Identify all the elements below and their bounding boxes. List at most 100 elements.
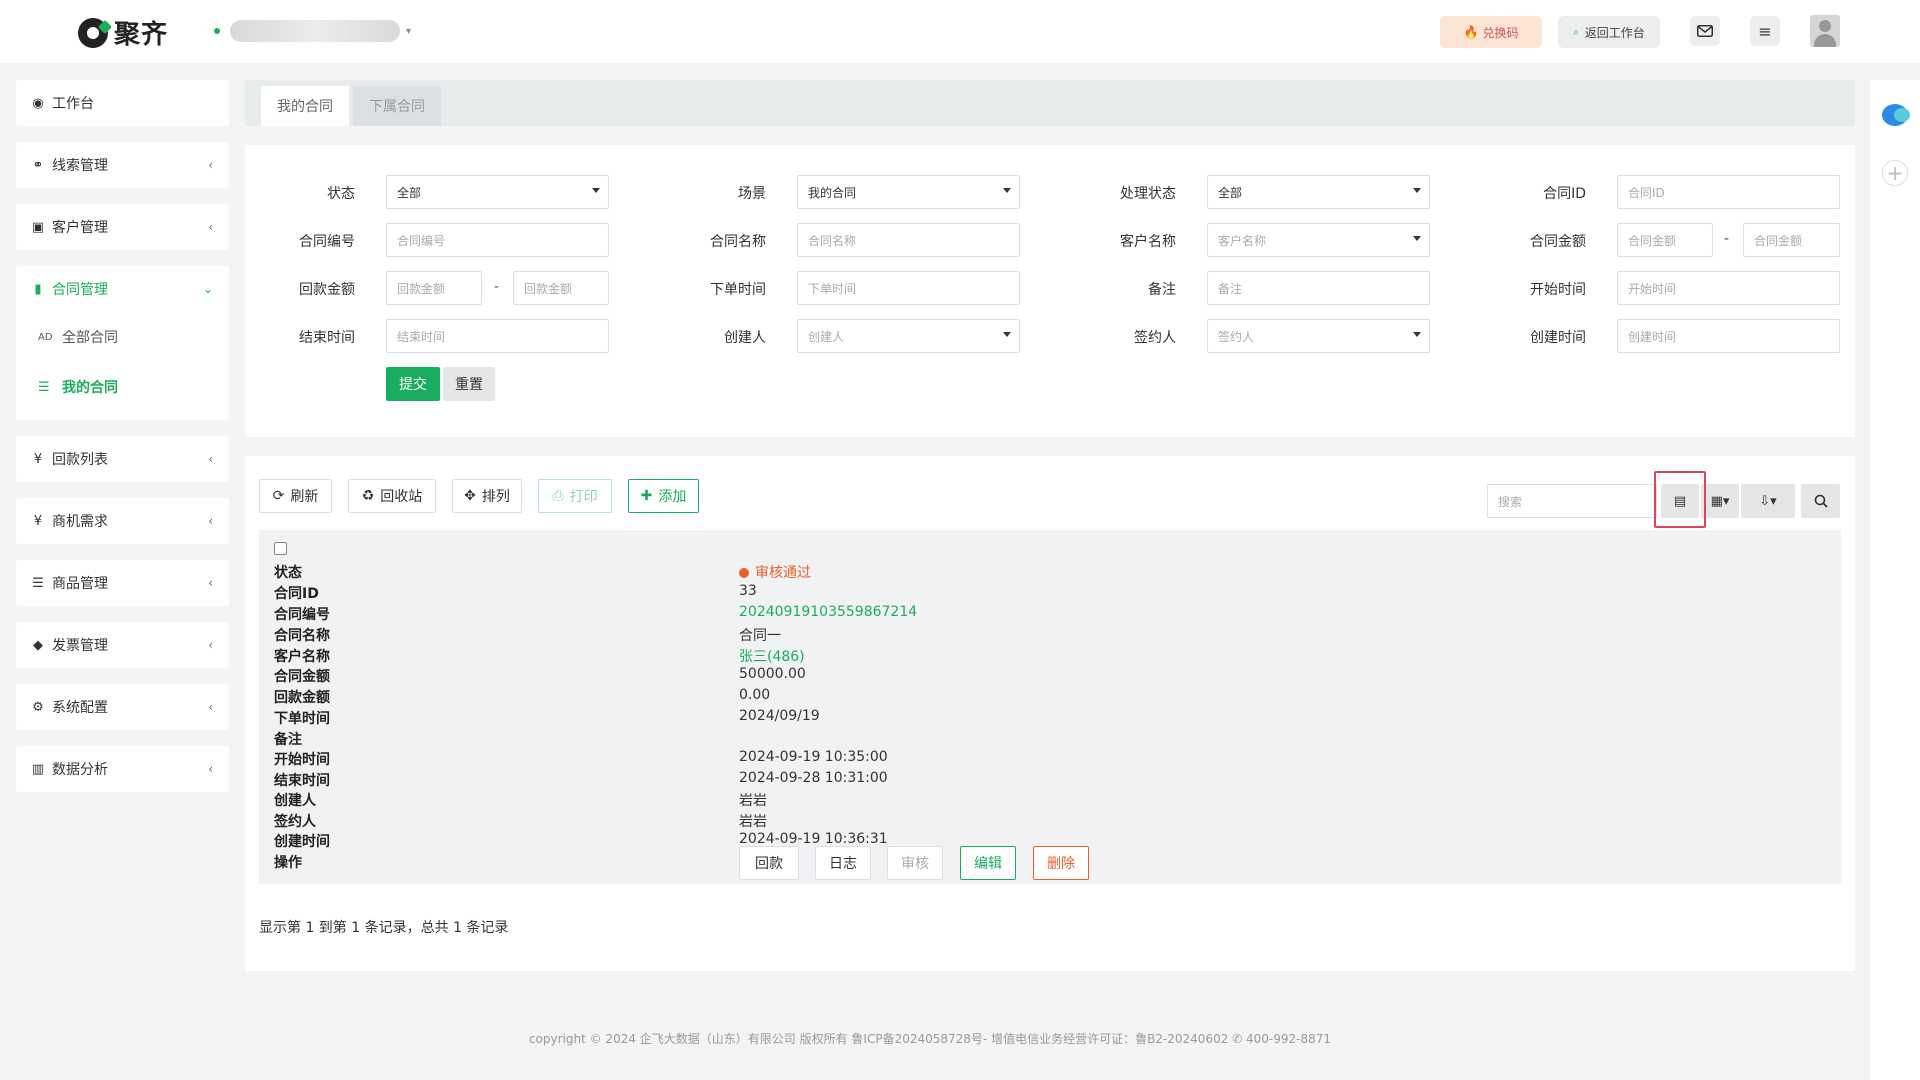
table-search-input[interactable]: 搜索 [1487,484,1657,518]
contract-id-label: 合同ID [1543,186,1586,202]
field-row-customer: 客户名称 张三(486) [274,646,1834,666]
log-button[interactable]: 日志 [815,846,871,880]
delete-button[interactable]: 删除 [1033,846,1089,880]
sidebar-subitem-all-contracts[interactable]: AD 全部合同 [16,312,229,362]
status-label: 状态 [327,186,355,202]
yen-icon: ¥ [33,451,43,467]
plus-icon[interactable]: + [1882,160,1908,186]
field-row-order-time: 下单时间 2024/09/19 [274,708,1834,728]
payback-button[interactable]: 回款 [739,846,799,880]
sidebar-item-analytics[interactable]: ▥ 数据分析 ‹ [16,746,229,792]
user-avatar[interactable] [1810,15,1840,47]
columns-dropdown-button[interactable]: ▦▾ [1701,484,1739,518]
table-panel: ⟳ 刷新 ♻ 回收站 ✥ 排列 ⎙ 打印 ✚ 添加 搜索 ▤ ▦▾ ⇩▾ 状态 … [245,456,1855,971]
submit-button[interactable]: 提交 [386,367,440,401]
sidebar-subitem-my-contracts[interactable]: ☰ 我的合同 [16,362,229,412]
tab-my-contracts[interactable]: 我的合同 [261,86,349,126]
sort-label: 排列 [481,489,510,505]
menu-icon[interactable]: ≡ [1750,16,1780,46]
end-time-input[interactable]: 结束时间 [386,319,609,353]
mail-icon[interactable] [1690,16,1720,46]
refresh-label: 刷新 [290,489,319,505]
contract-name-input[interactable]: 合同名称 [797,223,1020,257]
return-amount-max-input[interactable]: 回款金额 [513,271,609,305]
field-key: 签约人 [274,814,316,830]
field-row-contract-name: 合同名称 合同一 [274,625,1834,645]
sidebar-item-settings[interactable]: ⚙ 系统配置 ‹ [16,684,229,730]
sidebar-item-invoices[interactable]: ◆ 发票管理 ‹ [16,622,229,668]
remark-input[interactable]: 备注 [1207,271,1430,305]
sidebar-item-leads[interactable]: ⚭ 线索管理 ‹ [16,142,229,188]
created-time-input[interactable]: 创建时间 [1617,319,1840,353]
list-icon: ☰ [32,575,44,591]
signer-select[interactable]: 签约人 [1207,319,1430,353]
add-button[interactable]: ✚ 添加 [628,479,699,513]
contract-name-label: 合同名称 [710,234,766,250]
caret-down-icon [592,188,600,193]
status-select[interactable]: 全部 [386,175,609,209]
id-card-icon: ▣ [31,219,45,235]
chat-icon[interactable] [1882,104,1910,126]
audit-button[interactable]: 审核 [887,846,943,880]
recycle-bin-button[interactable]: ♻ 回收站 [348,479,436,513]
export-dropdown-button[interactable]: ⇩▾ [1741,484,1795,518]
fire-icon: 🔥 [1463,25,1479,39]
creator-select[interactable]: 创建人 [797,319,1020,353]
top-header: 聚齐 ▾ 🔥 兑换码 ⌕ 返回工作台 ≡ [0,0,1920,63]
field-row-signer: 签约人 岩岩 [274,811,1834,831]
row-checkbox[interactable] [274,542,287,555]
sidebar-item-customers[interactable]: ▣ 客户管理 ‹ [16,204,229,250]
sidebar-item-payments[interactable]: ¥ 回款列表 ‹ [16,436,229,482]
print-label: 打印 [569,489,598,505]
sidebar-item-contracts[interactable]: ▮ 合同管理 ⌄ [16,266,229,312]
contract-id-input[interactable]: 合同ID [1617,175,1840,209]
contract-amount-min-input[interactable]: 合同金额 [1617,223,1713,257]
exchange-code-button[interactable]: 🔥 兑换码 [1440,16,1542,48]
field-value: 2024-09-19 10:36:31 [739,831,888,847]
order-time-input[interactable]: 下单时间 [797,271,1020,305]
field-key: 合同金额 [274,669,330,685]
field-value: 2024/09/19 [739,708,820,724]
customer-link[interactable]: 张三(486) [739,646,805,666]
add-label: 添加 [658,489,687,505]
sidebar-group-contracts: ▮ 合同管理 ⌄ AD 全部合同 ☰ 我的合同 [16,266,229,420]
customer-name-select[interactable]: 客户名称 [1207,223,1430,257]
chevron-down-icon: ⌄ [202,282,213,296]
process-status-select[interactable]: 全部 [1207,175,1430,209]
bar-chart-icon: ▥ [31,761,45,777]
refresh-button[interactable]: ⟳ 刷新 [259,479,332,513]
reset-button[interactable]: 重置 [443,367,495,401]
chevron-left-icon: ‹ [208,158,213,172]
dashboard-icon: ◉ [32,95,44,111]
print-button[interactable]: ⎙ 打印 [538,479,612,513]
back-label: 返回工作台 [1584,25,1645,40]
signer-placeholder: 签约人 [1218,329,1255,344]
back-to-workbench-button[interactable]: ⌕ 返回工作台 [1558,16,1660,48]
sidebar-item-products[interactable]: ☰ 商品管理 ‹ [16,560,229,606]
field-key: 合同编号 [274,607,330,623]
scene-select[interactable]: 我的合同 [797,175,1020,209]
return-amount-min-input[interactable]: 回款金额 [386,271,482,305]
process-status-value: 全部 [1218,185,1243,200]
contract-amount-max-input[interactable]: 合同金额 [1743,223,1840,257]
sidebar-item-label: 数据分析 [52,762,108,778]
chevron-left-icon: ‹ [208,576,213,590]
status-value: 全部 [397,185,422,200]
tag-icon: ◆ [33,637,43,653]
sort-button[interactable]: ✥ 排列 [452,479,522,513]
contract-no-link[interactable]: 20240919103559867214 [739,604,917,620]
edit-button[interactable]: 编辑 [960,846,1016,880]
field-key: 合同名称 [274,628,330,644]
search-button[interactable] [1801,484,1840,518]
contract-no-input[interactable]: 合同编号 [386,223,609,257]
exchange-label: 兑换码 [1482,25,1519,40]
tab-subordinate-contracts[interactable]: 下属合同 [353,86,441,126]
order-time-label: 下单时间 [710,282,766,298]
start-time-label: 开始时间 [1530,282,1586,298]
tabs-bar: 我的合同 下属合同 [245,80,1855,126]
field-key: 状态 [274,565,302,581]
start-time-input[interactable]: 开始时间 [1617,271,1840,305]
field-key: 客户名称 [274,649,330,665]
sidebar-item-workbench[interactable]: ◉ 工作台 [16,80,229,126]
sidebar-item-opportunities[interactable]: ¥ 商机需求 ‹ [16,498,229,544]
